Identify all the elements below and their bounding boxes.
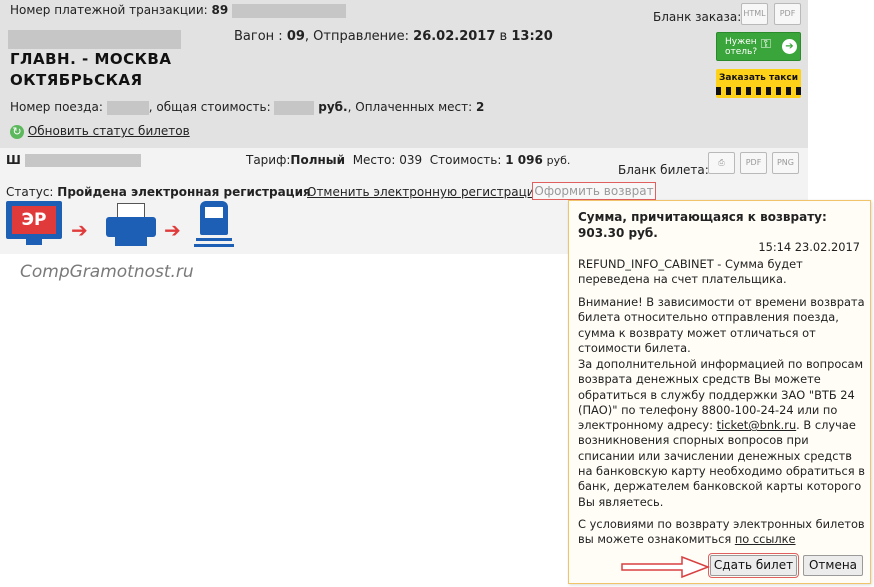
cost-currency: руб.: [546, 154, 571, 167]
order-pdf-icon[interactable]: PDF: [774, 3, 801, 25]
refund-warning: Внимание! В зависимости от времени возвр…: [578, 295, 865, 355]
seat-value: 039: [399, 153, 423, 167]
er-badge: ЭР: [12, 206, 56, 234]
cost-label: Стоимость:: [429, 153, 502, 167]
departure-in: в: [499, 29, 508, 44]
transaction-row: Номер платежной транзакции: 89: [10, 3, 347, 18]
redacted-block: [232, 3, 347, 18]
transaction-value: 89: [211, 3, 229, 17]
seat-label: Место:: [352, 153, 396, 167]
annotation-arrow-icon: [621, 555, 711, 579]
terms-info: С условиями по возврату электронных биле…: [578, 517, 866, 548]
refresh-status-link[interactable]: ↻ Обновить статус билетов: [10, 124, 190, 139]
support-info: За дополнительной информацией по вопроса…: [578, 357, 866, 510]
ticket-form-label: Бланк билета:: [618, 163, 709, 177]
watermark: CompGramotnost.ru: [20, 262, 194, 282]
refund-link[interactable]: Оформить возврат: [532, 182, 656, 200]
route-line-2: ОКТЯБРЬСКАЯ: [10, 71, 143, 89]
passenger-row: Ш: [6, 153, 141, 167]
ticket-details-row: Тариф:Полный Место: 039 Стоимость: 1 096…: [246, 153, 570, 167]
route-line-1: ГЛАВН. - МОСКВА: [10, 50, 172, 68]
tariff-value: Полный: [290, 153, 346, 167]
order-form-label: Бланк заказа:: [653, 10, 742, 24]
refund-info: REFUND_INFO_CABINET - Сумма будет переве…: [578, 257, 803, 287]
transaction-label: Номер платежной транзакции:: [10, 3, 208, 17]
order-html-icon[interactable]: HTML: [741, 3, 768, 25]
status-label: Статус:: [6, 185, 54, 199]
monitor-icon: ЭР: [6, 201, 62, 239]
status-row: Статус: Пройдена электронная регистрация: [6, 185, 311, 199]
refund-amount-heading: Сумма, причитающаяся к возврату: 903.30 …: [578, 210, 827, 240]
taxi-label: Заказать такси: [718, 73, 799, 83]
support-email-link[interactable]: ticket@bnk.ru: [717, 418, 797, 432]
ticket-pdf-icon[interactable]: PDF: [740, 152, 767, 174]
paid-value: 2: [476, 100, 485, 114]
total-label: , общая стоимость:: [148, 100, 271, 114]
refresh-label: Обновить статус билетов: [27, 124, 190, 138]
key-icon: ⚿: [761, 37, 771, 52]
tariff-label: Тариф:: [246, 153, 291, 167]
car-label: Вагон :: [234, 29, 283, 44]
train-icon: [194, 201, 234, 247]
currency: руб.: [318, 100, 348, 114]
redacted-block: [274, 100, 315, 115]
taxi-button[interactable]: Заказать такси: [716, 69, 801, 98]
arrow-right-icon: ➔: [782, 39, 797, 54]
arrow-right-icon: ➔: [164, 218, 181, 242]
checker-pattern: [716, 87, 801, 95]
redacted-block: [24, 154, 141, 167]
status-value: Пройдена электронная регистрация: [57, 185, 311, 199]
paid-label: , Оплаченных мест:: [347, 100, 473, 114]
train-row: Номер поезда: , общая стоимость: руб., О…: [10, 100, 484, 115]
submit-refund-button[interactable]: Сдать билет: [708, 553, 799, 578]
cancel-button[interactable]: Отмена: [803, 555, 863, 576]
passenger-initial: Ш: [6, 153, 21, 167]
refund-popup: Сумма, причитающаяся к возврату: 903.30 …: [568, 200, 871, 584]
ticket-print-icon[interactable]: ⎙: [708, 152, 735, 174]
refresh-icon: ↻: [10, 124, 24, 139]
departure-time: 13:20: [511, 29, 553, 44]
redacted-block: [106, 100, 149, 115]
train-label: Номер поезда:: [10, 100, 103, 114]
cost-value: 1 096: [505, 153, 543, 167]
car-departure-row: Вагон : 09, Отправление: 26.02.2017 в 13…: [234, 29, 553, 44]
refund-date: 15:14 23.02.2017: [758, 240, 860, 254]
terms-text: С условиями по возврату электронных биле…: [578, 517, 865, 547]
terms-link[interactable]: по ссылке: [735, 532, 796, 546]
printer-icon: [106, 203, 156, 248]
redacted-block: [8, 30, 181, 49]
car-value: 09: [286, 29, 305, 44]
hotel-button[interactable]: Нужен отель? ⚿ ➔: [716, 32, 801, 61]
departure-date: 26.02.2017: [413, 29, 496, 44]
monitor-stand: [26, 239, 42, 245]
cancel-registration-link[interactable]: Отменить электронную регистрацию: [307, 185, 545, 199]
arrow-right-icon: ➔: [71, 218, 88, 242]
ticket-png-icon[interactable]: PNG: [772, 152, 799, 174]
departure-label: , Отправление:: [304, 29, 410, 44]
